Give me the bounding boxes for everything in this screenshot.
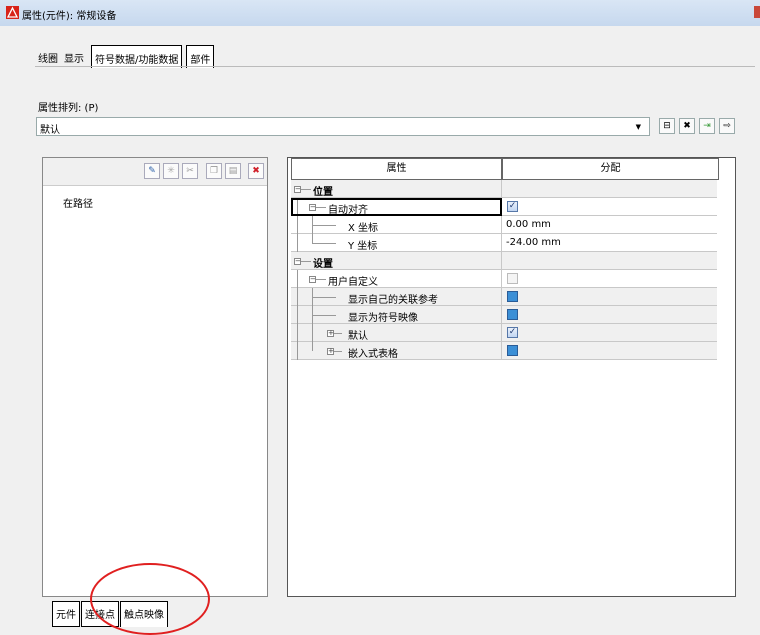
expand-icon[interactable]: + bbox=[327, 330, 334, 337]
property-label: 用户自定义 bbox=[328, 277, 378, 288]
list-item-on-path[interactable]: 在路径 bbox=[63, 195, 93, 210]
attribute-sort-select[interactable]: 默认 ▼ bbox=[36, 117, 650, 136]
copy-icon: ❐ bbox=[209, 166, 219, 176]
import-icon: ⇥ bbox=[703, 121, 711, 131]
checkbox[interactable] bbox=[507, 291, 518, 302]
path-list-toolbar: ✎ ✳ ✂ ❐ ▤ ✖ bbox=[43, 158, 267, 186]
table-row[interactable]: X 坐标 0.00 mm bbox=[291, 216, 717, 234]
table-row[interactable]: − 自动对齐 ✓ bbox=[291, 198, 717, 216]
scissors-icon: ✂ bbox=[186, 166, 194, 176]
property-label: 显示自己的关联参考 bbox=[348, 295, 438, 306]
tab-parts[interactable]: 部件 bbox=[186, 45, 215, 68]
column-header-property[interactable]: 属性 bbox=[291, 158, 502, 180]
property-label: Y 坐标 bbox=[348, 241, 378, 252]
table-row[interactable]: 显示自己的关联参考 bbox=[291, 288, 717, 306]
save-icon: ⊟ bbox=[663, 121, 671, 131]
pencil-icon: ✎ bbox=[148, 166, 156, 176]
property-label: 嵌入式表格 bbox=[348, 349, 398, 360]
tab-symbol-function-data[interactable]: 符号数据/功能数据 bbox=[91, 45, 183, 68]
save-scheme-button[interactable]: ⊟ bbox=[659, 118, 675, 134]
property-grid-panel: 属性 分配 − 位置 − 自动对齐 ✓ X 坐标 0.00 mm Y 坐标 -2… bbox=[287, 157, 736, 597]
group-label: 设置 bbox=[313, 259, 333, 270]
property-label: X 坐标 bbox=[348, 223, 379, 234]
table-row[interactable]: 显示为符号映像 bbox=[291, 306, 717, 324]
checkbox[interactable] bbox=[507, 273, 518, 284]
paste-icon: ▤ bbox=[228, 166, 238, 176]
group-label: 位置 bbox=[313, 187, 333, 198]
import-scheme-button[interactable]: ⇥ bbox=[699, 118, 715, 134]
expand-icon[interactable]: + bbox=[327, 348, 334, 355]
delete-button[interactable]: ✖ bbox=[248, 163, 264, 179]
table-row[interactable]: − 设置 bbox=[291, 252, 717, 270]
property-value[interactable]: -24.00 mm bbox=[506, 237, 561, 248]
export-scheme-button[interactable]: ⇨ bbox=[719, 118, 735, 134]
attribute-sort-label: 属性排列: (P) bbox=[38, 103, 99, 114]
table-row[interactable]: + 嵌入式表格 bbox=[291, 342, 717, 360]
property-label: 显示为符号映像 bbox=[348, 313, 418, 324]
column-header-value[interactable]: 分配 bbox=[502, 158, 719, 180]
property-value[interactable]: 0.00 mm bbox=[506, 219, 551, 230]
selection-outline bbox=[291, 198, 502, 216]
main-tabs: 线圈 显示 符号数据/功能数据 部件 bbox=[35, 45, 215, 68]
tab-coil[interactable]: 线圈 bbox=[35, 45, 61, 67]
delete-x-icon: ✖ bbox=[252, 166, 260, 176]
checkbox[interactable] bbox=[507, 345, 518, 356]
checkbox[interactable]: ✓ bbox=[507, 201, 518, 212]
tab-display[interactable]: 显示 bbox=[61, 45, 87, 67]
table-row[interactable]: − 位置 bbox=[291, 180, 717, 198]
checkbox[interactable] bbox=[507, 309, 518, 320]
cut-button[interactable]: ✂ bbox=[182, 163, 198, 179]
new-button[interactable]: ✳ bbox=[163, 163, 179, 179]
property-label: 默认 bbox=[348, 331, 368, 342]
export-icon: ⇨ bbox=[723, 121, 731, 131]
chevron-down-icon: ▼ bbox=[635, 123, 641, 131]
paste-button[interactable]: ▤ bbox=[225, 163, 241, 179]
red-annotation-ellipse bbox=[90, 563, 210, 635]
attribute-sort-value: 默认 bbox=[40, 125, 60, 136]
tab-component[interactable]: 元件 bbox=[52, 601, 80, 627]
edit-button[interactable]: ✎ bbox=[144, 163, 160, 179]
close-button[interactable] bbox=[754, 6, 760, 18]
grid-empty-area bbox=[717, 158, 735, 596]
collapse-icon[interactable]: − bbox=[294, 258, 301, 265]
window-title: 属性(元件): 常规设备 bbox=[22, 11, 117, 22]
app-warning-icon bbox=[6, 6, 19, 19]
checkbox[interactable]: ✓ bbox=[507, 327, 518, 338]
table-row[interactable]: − 用户自定义 bbox=[291, 270, 717, 288]
table-row[interactable]: + 默认 ✓ bbox=[291, 324, 717, 342]
delete-icon: ✖ bbox=[683, 121, 691, 131]
delete-scheme-button[interactable]: ✖ bbox=[679, 118, 695, 134]
collapse-icon[interactable]: − bbox=[294, 186, 301, 193]
collapse-icon[interactable]: − bbox=[309, 276, 316, 283]
new-star-icon: ✳ bbox=[167, 166, 175, 176]
path-list-panel: ✎ ✳ ✂ ❐ ▤ ✖ 在路径 bbox=[42, 157, 268, 597]
copy-button[interactable]: ❐ bbox=[206, 163, 222, 179]
tab-divider bbox=[35, 66, 755, 67]
title-bar: 属性(元件): 常规设备 bbox=[0, 0, 760, 26]
table-row[interactable]: Y 坐标 -24.00 mm bbox=[291, 234, 717, 252]
